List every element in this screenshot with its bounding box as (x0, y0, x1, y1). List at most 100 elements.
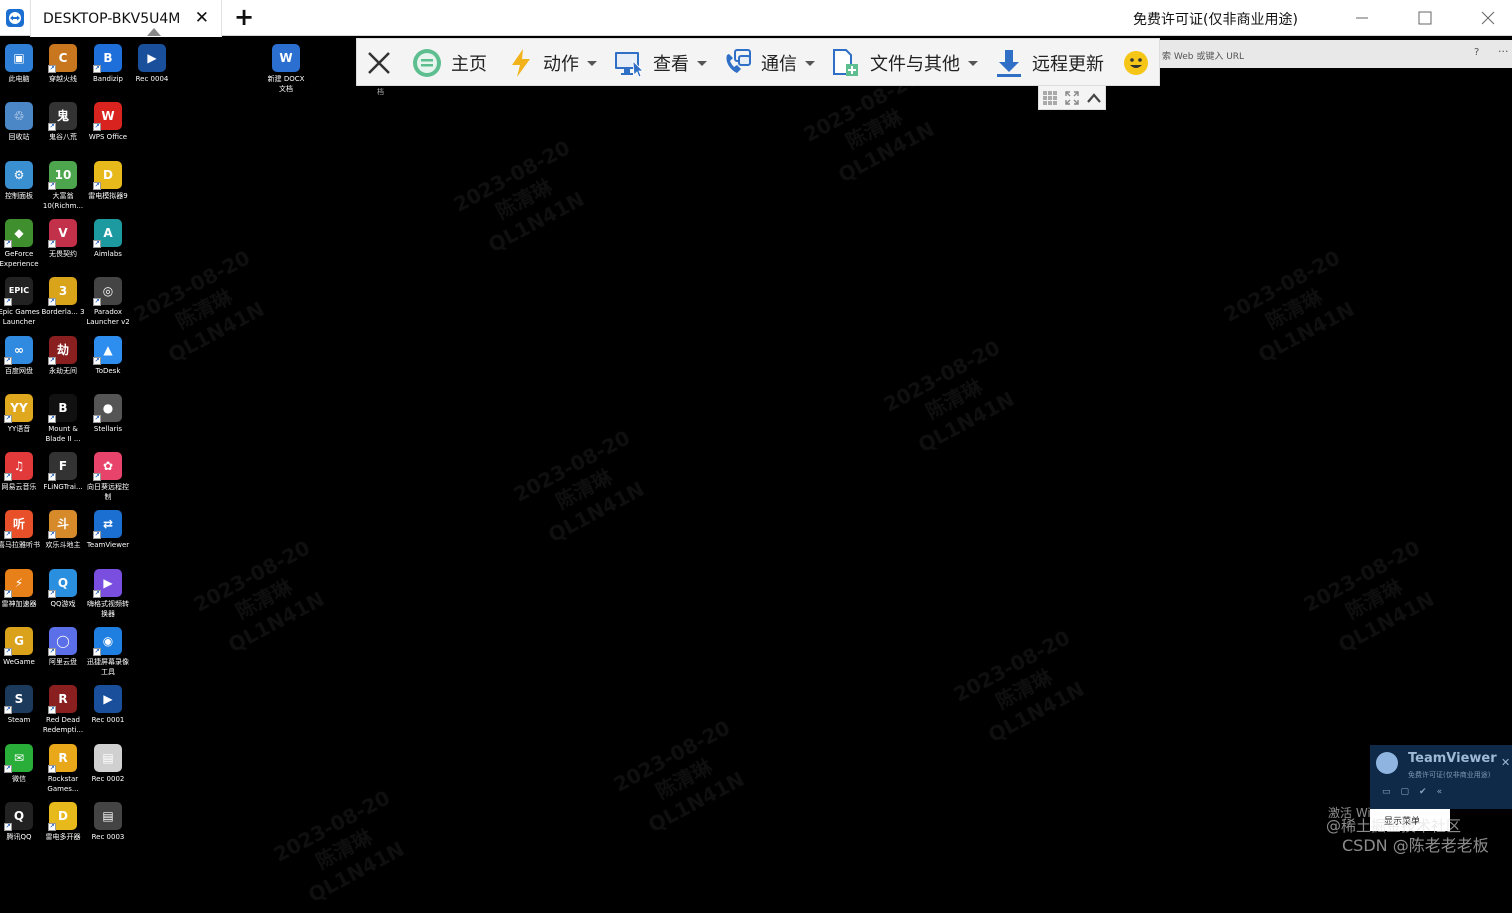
desktop-icon[interactable]: Q ↗ 腾讯QQ (0, 801, 42, 842)
desktop-icon-label: TeamViewer (86, 541, 130, 550)
desktop-icon[interactable]: ∞ ↗ 百度网盘 (0, 335, 42, 376)
desktop-icon-label: FLiNGTrai... (43, 483, 83, 492)
desktop-icon[interactable]: ◉ ↗ 迅捷屏幕录像工具 (85, 627, 131, 677)
desktop-icon[interactable]: R ↗ Red Dead Redempti... (40, 685, 86, 735)
desktop-icon[interactable]: ▶ Rec 0004 (129, 44, 175, 84)
shortcut-arrow-icon: ↗ (93, 414, 101, 423)
video-file-icon: ▤ (94, 801, 122, 830)
shortcut-arrow-icon: ↗ (4, 298, 12, 307)
shortcut-arrow-icon: ↗ (48, 589, 56, 598)
desktop-icon[interactable]: D ↗ 雷电多开器 (40, 801, 86, 842)
ldplayer-icon: D ↗ (93, 160, 122, 190)
desktop-icon[interactable]: ▤ Rec 0003 (85, 801, 131, 842)
minimize-button[interactable] (1342, 0, 1382, 36)
leishen-icon: ⚡ ↗ (4, 568, 33, 598)
desktop-icon[interactable]: ▣ 此电脑 (0, 44, 42, 84)
desktop-icon-label: Rec 0003 (91, 832, 125, 841)
toolbar-action-menu[interactable]: 动作 (507, 39, 597, 87)
shortcut-arrow-icon: ↗ (4, 764, 12, 773)
maximize-button[interactable] (1405, 0, 1445, 36)
desktop-icon-label: Red Dead Redempti... (42, 716, 84, 735)
toolbar-files-menu[interactable]: 文件与其他 (830, 39, 978, 87)
shortcut-arrow-icon: ↗ (48, 706, 56, 715)
new-tab-button[interactable]: + (234, 3, 254, 31)
desktop-icon[interactable]: 3 ↗ Borderla... 3 (40, 277, 86, 317)
desktop-icon[interactable]: ▲ ↗ ToDesk (85, 335, 131, 376)
desktop-icon-label: GeForce Experience (0, 249, 39, 268)
desktop-icon[interactable]: R ↗ Rockstar Games... (40, 743, 86, 794)
desktop-icon[interactable]: YY ↗ YY语音 (0, 393, 42, 434)
desktop-icon[interactable]: W 新建 DOCX 文档 (263, 44, 309, 94)
browser-url-placeholder[interactable]: 索 Web 或键入 URL (1162, 49, 1244, 62)
shortcut-arrow-icon: ↗ (4, 648, 12, 656)
desktop-icon[interactable]: D ↗ 雷电模拟器9 (85, 160, 131, 201)
double-chevron-left-icon[interactable]: « (1437, 787, 1443, 797)
toolbar-home-button[interactable]: 主页 (411, 39, 487, 87)
more-icon[interactable]: ··· (1498, 45, 1509, 58)
desktop-icon[interactable]: W ↗ WPS Office (85, 102, 131, 142)
ximalaya-icon: 听 ↗ (4, 510, 33, 540)
desktop-icon[interactable]: ⚙ 控制面板 (0, 160, 42, 201)
desktop-icon[interactable]: 10 ↗ 大富翁10(Richm... (40, 160, 86, 211)
desktop-icon[interactable]: F ↗ FLiNGTrai... (40, 452, 86, 492)
watermark-tile: 2023-08-20 陈清琳 QL1N41N (269, 785, 409, 908)
desktop-icon[interactable]: ● ↗ Stellaris (85, 393, 131, 434)
desktop-icon[interactable]: 听 ↗ 喜马拉雅听书 (0, 510, 42, 550)
chevron-up-icon[interactable] (1086, 91, 1102, 105)
desktop-icon[interactable]: 鬼 ↗ 鬼谷八荒 (40, 102, 86, 142)
toolbar-view-menu[interactable]: 查看 (613, 39, 707, 87)
desktop-icon[interactable]: B ↗ Bandizip (85, 44, 131, 84)
qq-game-icon: Q ↗ (48, 568, 77, 598)
desktop-icon[interactable]: V ↗ 无畏契约 (40, 218, 86, 259)
shortcut-arrow-icon: ↗ (93, 473, 101, 482)
desktop-icon[interactable]: B ↗ Mount & Blade II ... (40, 393, 86, 444)
desktop-icon[interactable]: A ↗ Aimlabs (85, 218, 131, 259)
desktop-icon[interactable]: 劫 ↗ 永劫无间 (40, 335, 86, 376)
tab-close-icon[interactable]: ✕ (195, 8, 209, 28)
computer-icon: ▣ (5, 44, 33, 72)
desktop-icon[interactable]: ◎ ↗ Paradox Launcher v2 (85, 277, 131, 327)
toolbar-close-button[interactable] (365, 39, 393, 87)
session-tab[interactable]: DESKTOP-BKV5U4M ✕ (30, 0, 222, 37)
baidu-netdisk-icon: ∞ ↗ (4, 335, 33, 365)
desktop-icon[interactable]: G ↗ WeGame (0, 627, 42, 667)
desktop-icon[interactable]: ▶ Rec 0001 (85, 685, 131, 725)
feedback-smiley-button[interactable] (1123, 39, 1149, 87)
desktop-icon[interactable]: ◆ ↗ GeForce Experience (0, 218, 42, 269)
desktop-icon[interactable]: ♫ ↗ 网易云音乐 (0, 452, 42, 492)
toolbar-communication-menu[interactable]: 通信 (721, 39, 815, 87)
popup-close-icon[interactable]: ✕ (1501, 756, 1510, 769)
copy-icon[interactable]: ▢ (1401, 787, 1410, 797)
grid-icon[interactable] (1042, 90, 1058, 106)
remote-browser-address-bar: 索 Web 或键入 URL ? ··· (1160, 40, 1512, 68)
desktop-icon[interactable]: ♲ 回收站 (0, 102, 42, 142)
shortcut-arrow-icon: ↗ (93, 648, 101, 656)
check-icon[interactable]: ✔ (1419, 787, 1427, 797)
desktop-icon[interactable]: ▤ Rec 0002 (85, 743, 131, 784)
shortcut-arrow-icon: ↗ (48, 764, 56, 773)
shortcut-arrow-icon: ↗ (93, 123, 101, 132)
shortcut-arrow-icon: ↗ (93, 239, 101, 248)
desktop-icon[interactable]: 斗 ↗ 欢乐斗地主 (40, 510, 86, 550)
desktop-icon[interactable]: ⚡ ↗ 雷神加速器 (0, 568, 42, 609)
desktop-icon[interactable]: ✿ ↗ 向日葵远程控制 (85, 452, 131, 502)
help-icon[interactable]: ? (1474, 47, 1479, 58)
desktop-icon[interactable]: S ↗ Steam (0, 685, 42, 725)
desktop-icon[interactable]: ▶ ↗ 嗨格式视频转换器 (85, 568, 131, 619)
chat-icon[interactable]: ▭ (1382, 787, 1391, 797)
desktop-icon[interactable]: Q ↗ QQ游戏 (40, 568, 86, 609)
fullscreen-icon[interactable] (1065, 90, 1079, 105)
desktop-icon[interactable]: ◯ ↗ 阿里云盘 (40, 627, 86, 667)
desktop-icon[interactable]: EPIC ↗ Epic Games Launcher (0, 277, 42, 327)
ldmultiplayer-icon: D ↗ (48, 801, 77, 831)
video-converter-icon: ▶ ↗ (93, 568, 122, 598)
desktop-icon[interactable]: ⇄ ↗ TeamViewer (85, 510, 131, 550)
window-close-button[interactable] (1468, 0, 1508, 36)
desktop-icon-label: 回收站 (8, 133, 30, 142)
desktop-icon[interactable]: ✉ ↗ 微信 (0, 743, 42, 784)
minimize-icon (1356, 17, 1368, 19)
desktop-icon[interactable]: C ↗ 穿越火线 (40, 44, 86, 84)
desktop-icon-label: 永劫无间 (49, 366, 77, 375)
toolbar-remote-update-button[interactable]: 远程更新 (994, 39, 1104, 87)
borderlands-icon: 3 ↗ (48, 277, 77, 307)
